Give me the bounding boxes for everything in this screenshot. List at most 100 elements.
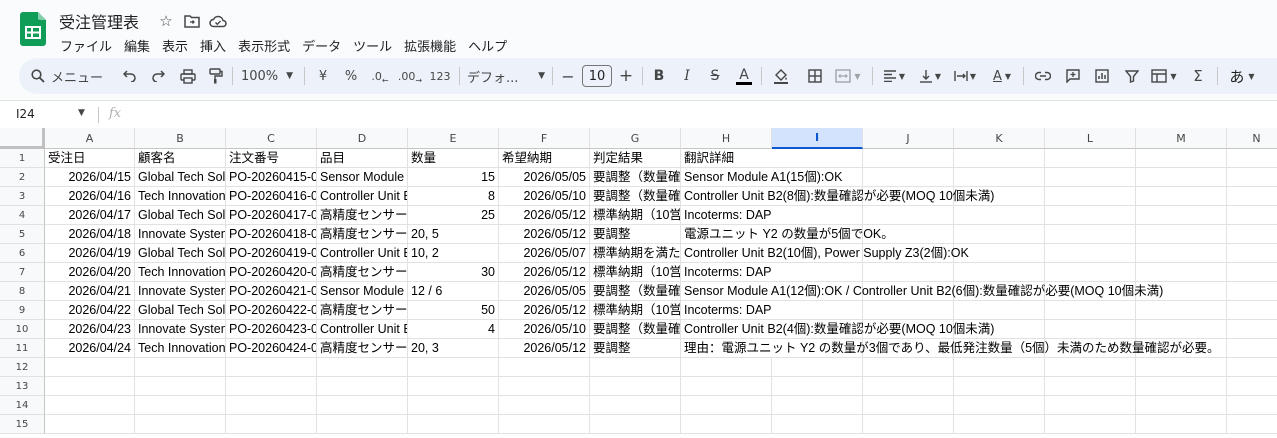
row-header[interactable]: 15 xyxy=(0,415,45,434)
cell-g12[interactable] xyxy=(590,358,681,377)
cell-k5[interactable] xyxy=(954,225,1045,244)
cell-m14[interactable] xyxy=(1136,396,1227,415)
cell-g11[interactable]: 要調整 xyxy=(590,339,681,358)
cell-e15[interactable] xyxy=(408,415,499,434)
cell-g10[interactable]: 要調整（数量確認） xyxy=(590,320,681,339)
row-header[interactable]: 12 xyxy=(0,358,45,377)
cell-n15[interactable] xyxy=(1227,415,1277,434)
cell-c14[interactable] xyxy=(226,396,317,415)
column-header-i[interactable]: I xyxy=(772,128,863,149)
cell-h2[interactable]: Sensor Module A1(15個):OK xyxy=(681,168,842,187)
cell-d2[interactable]: Sensor Module A1 xyxy=(317,168,408,187)
cell-c12[interactable] xyxy=(226,358,317,377)
cell-c10[interactable]: PO-20260423-009 xyxy=(226,320,317,339)
cell-c4[interactable]: PO-20260417-003 xyxy=(226,206,317,225)
cell-e11[interactable]: 20, 3 xyxy=(408,339,499,358)
cell-c11[interactable]: PO-20260424-010 xyxy=(226,339,317,358)
cell-g5[interactable]: 要調整 xyxy=(590,225,681,244)
strikethrough-button[interactable]: S xyxy=(705,58,725,94)
column-header-l[interactable]: L xyxy=(1045,128,1136,149)
cell-e10[interactable]: 4 xyxy=(408,320,499,339)
cell-k14[interactable] xyxy=(954,396,1045,415)
undo-button[interactable] xyxy=(118,58,142,94)
cell-j4[interactable] xyxy=(863,206,954,225)
cell-l9[interactable] xyxy=(1045,301,1136,320)
cell-k7[interactable] xyxy=(954,263,1045,282)
column-header-g[interactable]: G xyxy=(590,128,681,149)
menu-view[interactable]: 表示 xyxy=(156,34,194,57)
insert-chart-button[interactable] xyxy=(1091,58,1113,94)
cell-n11[interactable] xyxy=(1227,339,1277,358)
decrease-font-size-button[interactable]: − xyxy=(558,58,578,94)
cell-j2[interactable] xyxy=(863,168,954,187)
cell-h11[interactable]: 理由：電源ユニット Y2 の数量が3個であり、最低発注数量（5個）未満のため数量… xyxy=(681,339,1220,358)
cell-m13[interactable] xyxy=(1136,377,1227,396)
cell-l6[interactable] xyxy=(1045,244,1136,263)
cell-a9[interactable]: 2026/04/22 xyxy=(45,301,135,320)
column-header-a[interactable]: A xyxy=(45,128,135,149)
cell-e8[interactable]: 12 / 6 xyxy=(408,282,499,301)
cell-d1[interactable]: 品目 xyxy=(317,149,408,168)
cell-b7[interactable]: Tech Innovations xyxy=(135,263,226,282)
cell-n2[interactable] xyxy=(1227,168,1277,187)
cell-f13[interactable] xyxy=(499,377,590,396)
cell-b3[interactable]: Tech Innovations xyxy=(135,187,226,206)
borders-button[interactable] xyxy=(804,58,826,94)
cell-a3[interactable]: 2026/04/16 xyxy=(45,187,135,206)
cell-d9[interactable]: 高精度センサー X xyxy=(317,301,408,320)
cell-j15[interactable] xyxy=(863,415,954,434)
currency-format-button[interactable]: ¥ xyxy=(312,58,334,94)
cell-m1[interactable] xyxy=(1136,149,1227,168)
document-title[interactable]: 受注管理表 xyxy=(59,9,139,33)
column-header-h[interactable]: H xyxy=(681,128,772,149)
cell-b1[interactable]: 顧客名 xyxy=(135,149,226,168)
insert-comment-button[interactable] xyxy=(1062,58,1084,94)
chevron-down-icon[interactable]: ▼ xyxy=(78,108,85,118)
row-header[interactable]: 6 xyxy=(0,244,45,263)
cell-a14[interactable] xyxy=(45,396,135,415)
redo-button[interactable] xyxy=(146,58,170,94)
cell-i7[interactable] xyxy=(772,263,863,282)
cell-g13[interactable] xyxy=(590,377,681,396)
cell-e14[interactable] xyxy=(408,396,499,415)
cell-h7[interactable]: Incoterms: DAP xyxy=(681,263,772,282)
cell-d7[interactable]: 高精度センサー X xyxy=(317,263,408,282)
menu-search-button[interactable]: メニュー xyxy=(31,58,111,94)
cell-l7[interactable] xyxy=(1045,263,1136,282)
print-button[interactable] xyxy=(176,58,200,94)
cell-h10[interactable]: Controller Unit B2(4個):数量確認が必要(MOQ 10個未満… xyxy=(681,320,994,339)
cell-i4[interactable] xyxy=(772,206,863,225)
cell-e13[interactable] xyxy=(408,377,499,396)
cell-h5[interactable]: 電源ユニット Y2 の数量が5個でOK。 xyxy=(681,225,894,244)
vertical-align-button[interactable]: ▼ xyxy=(914,58,946,94)
italic-button[interactable]: I xyxy=(677,58,697,94)
cell-n7[interactable] xyxy=(1227,263,1277,282)
cell-h1[interactable]: 翻訳詳細 xyxy=(681,149,772,168)
cell-e2[interactable]: 15 xyxy=(408,168,499,187)
cell-k4[interactable] xyxy=(954,206,1045,225)
cell-n10[interactable] xyxy=(1227,320,1277,339)
cell-l14[interactable] xyxy=(1045,396,1136,415)
cell-c1[interactable]: 注文番号 xyxy=(226,149,317,168)
cell-b2[interactable]: Global Tech Solutions xyxy=(135,168,226,187)
cell-j9[interactable] xyxy=(863,301,954,320)
cell-m4[interactable] xyxy=(1136,206,1227,225)
cell-b4[interactable]: Global Tech Solutions xyxy=(135,206,226,225)
cell-i15[interactable] xyxy=(772,415,863,434)
decrease-decimal-button[interactable]: .0 ← xyxy=(368,58,392,94)
cell-f2[interactable]: 2026/05/05 xyxy=(499,168,590,187)
cell-b14[interactable] xyxy=(135,396,226,415)
cell-d10[interactable]: Controller Unit B2 xyxy=(317,320,408,339)
cell-h8[interactable]: Sensor Module A1(12個):OK / Controller Un… xyxy=(681,282,1163,301)
cell-l10[interactable] xyxy=(1045,320,1136,339)
cell-b5[interactable]: Innovate Systems xyxy=(135,225,226,244)
cell-a10[interactable]: 2026/04/23 xyxy=(45,320,135,339)
cell-g2[interactable]: 要調整（数量確認） xyxy=(590,168,681,187)
select-all-corner[interactable] xyxy=(0,128,45,149)
cell-l4[interactable] xyxy=(1045,206,1136,225)
cell-e1[interactable]: 数量 xyxy=(408,149,499,168)
cell-h4[interactable]: Incoterms: DAP xyxy=(681,206,772,225)
font-size-value[interactable]: 10 xyxy=(582,65,612,87)
cell-f4[interactable]: 2026/05/12 xyxy=(499,206,590,225)
cell-a13[interactable] xyxy=(45,377,135,396)
